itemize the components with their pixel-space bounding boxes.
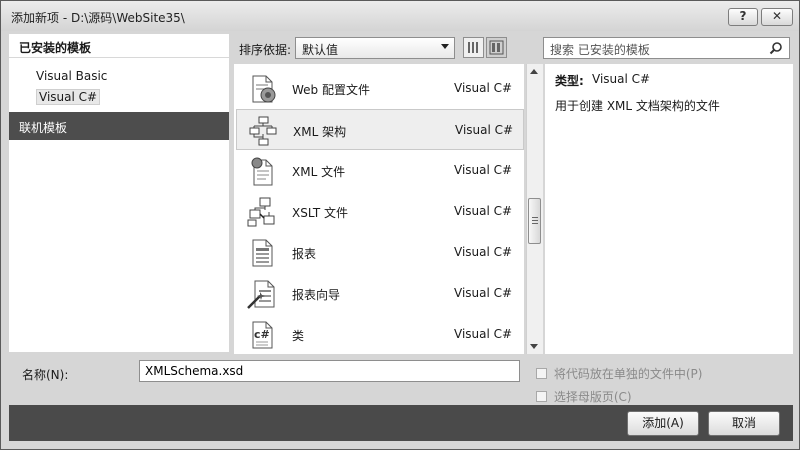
template-language: Visual C# bbox=[454, 327, 513, 341]
template-name: XSLT 文件 bbox=[292, 206, 349, 220]
report-wizard-icon bbox=[247, 280, 275, 309]
sort-by-value: 默认值 bbox=[302, 43, 339, 57]
list-view-icon bbox=[489, 40, 504, 55]
cancel-button[interactable]: 取消 bbox=[708, 411, 780, 436]
master-page-label: 选择母版页(C) bbox=[553, 390, 632, 404]
template-name: 报表 bbox=[292, 247, 317, 261]
online-templates-item[interactable]: 联机模板 bbox=[9, 112, 229, 140]
tree-item-visual-csharp[interactable]: Visual C# bbox=[36, 89, 101, 105]
xslt-file-icon bbox=[247, 197, 275, 227]
template-name: Web 配置文件 bbox=[292, 83, 370, 97]
template-language: Visual C# bbox=[454, 245, 513, 259]
type-value: Visual C# bbox=[592, 72, 651, 86]
scrollbar-thumb[interactable] bbox=[528, 198, 541, 244]
add-button[interactable]: 添加(A) bbox=[627, 411, 699, 436]
master-page-option: 选择母版页(C) bbox=[536, 388, 632, 405]
template-list-scrollbar[interactable] bbox=[526, 64, 543, 354]
web-config-icon bbox=[252, 75, 276, 103]
separate-file-label: 将代码放在单独的文件中(P) bbox=[553, 367, 703, 381]
close-button[interactable]: ✕ bbox=[761, 8, 793, 26]
report-icon bbox=[252, 239, 273, 267]
template-row-xml-file[interactable]: XML 文件 Visual C# bbox=[236, 150, 524, 191]
template-language: Visual C# bbox=[454, 286, 513, 300]
sort-by-label: 排序依据: bbox=[239, 43, 292, 57]
xml-schema-icon bbox=[249, 116, 277, 146]
xml-file-icon bbox=[251, 157, 273, 186]
window-title: 添加新项 - D:\源码\WebSite35\ bbox=[11, 11, 185, 25]
template-row-class[interactable]: c# 类 Visual C# bbox=[236, 314, 524, 354]
template-language: Visual C# bbox=[455, 123, 514, 137]
template-categories-panel: 已安装的模板 Visual Basic Visual C# 联机模板 bbox=[9, 34, 229, 352]
template-details-panel: 类型: Visual C# 用于创建 XML 文档架构的文件 bbox=[545, 64, 793, 354]
name-input[interactable] bbox=[139, 360, 520, 382]
type-label: 类型: bbox=[555, 74, 584, 88]
template-name: XML 文件 bbox=[292, 165, 346, 179]
title-bar: 添加新项 - D:\源码\WebSite35\ ? ✕ bbox=[1, 1, 799, 31]
tree-item-visual-basic[interactable]: Visual Basic bbox=[36, 69, 107, 83]
class-icon: c# bbox=[252, 321, 273, 349]
svg-text:c#: c# bbox=[254, 328, 270, 341]
template-language: Visual C# bbox=[454, 204, 513, 218]
sort-by-dropdown[interactable]: 默认值 bbox=[295, 37, 455, 59]
chevron-down-icon bbox=[441, 44, 449, 49]
list-view-button[interactable] bbox=[486, 37, 507, 58]
template-row-xml-schema[interactable]: XML 架构 Visual C# bbox=[236, 109, 524, 150]
template-row-web-config[interactable]: Web 配置文件 Visual C# bbox=[236, 68, 524, 109]
search-templates-input[interactable]: 搜索 已安装的模板 bbox=[543, 37, 790, 59]
separate-file-checkbox bbox=[536, 368, 547, 379]
template-list: Web 配置文件 Visual C# XML 架构 Visual C# XML … bbox=[234, 64, 524, 354]
template-language: Visual C# bbox=[454, 163, 513, 177]
template-row-report[interactable]: 报表 Visual C# bbox=[236, 232, 524, 273]
template-row-xslt-file[interactable]: XSLT 文件 Visual C# bbox=[236, 191, 524, 232]
tree-item-visual-csharp-label: Visual C# bbox=[36, 89, 101, 105]
name-label: 名称(N): bbox=[22, 368, 69, 382]
template-name: 类 bbox=[292, 329, 305, 343]
search-placeholder: 搜索 已安装的模板 bbox=[550, 43, 650, 57]
add-new-item-dialog: 添加新项 - D:\源码\WebSite35\ ? ✕ 已安装的模板 Visua… bbox=[0, 0, 800, 450]
grid-view-icon bbox=[468, 42, 478, 53]
template-description: 用于创建 XML 文档架构的文件 bbox=[555, 99, 720, 113]
template-name: XML 架构 bbox=[293, 125, 347, 139]
template-row-report-wizard[interactable]: 报表向导 Visual C# bbox=[236, 273, 524, 314]
help-button[interactable]: ? bbox=[728, 8, 758, 26]
search-icon bbox=[769, 42, 782, 55]
scroll-up-icon[interactable] bbox=[530, 69, 538, 74]
separate-file-option: 将代码放在单独的文件中(P) bbox=[536, 365, 702, 382]
template-name: 报表向导 bbox=[292, 288, 341, 302]
installed-templates-header: 已安装的模板 bbox=[9, 34, 229, 58]
scroll-down-icon[interactable] bbox=[530, 344, 538, 349]
template-language: Visual C# bbox=[454, 81, 513, 95]
master-page-checkbox bbox=[536, 391, 547, 402]
small-icons-view-button[interactable] bbox=[463, 37, 484, 58]
